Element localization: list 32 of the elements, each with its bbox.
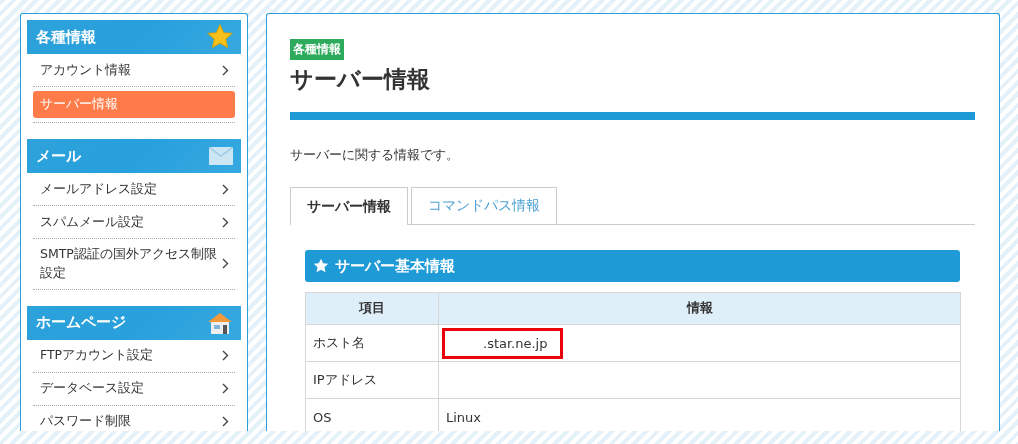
section-title: 各種情報 [36, 27, 96, 47]
house-icon [207, 310, 233, 335]
description-text: サーバーに関する情報です。 [290, 147, 460, 164]
page-title: サーバー情報 [290, 65, 431, 94]
table-cell: ホスト名 [305, 324, 439, 362]
table-cell: OS [305, 398, 439, 431]
category-badge: 各種情報 [290, 39, 344, 60]
envelope-icon [209, 147, 233, 165]
section-title: メール [36, 146, 81, 166]
sidebar-item[interactable]: SMTP認証の国外アクセス制限設定 [33, 239, 235, 289]
tab[interactable]: サーバー情報 [290, 187, 408, 225]
table-cell: IPアドレス [305, 361, 439, 399]
sidebar-item[interactable]: スパムメール設定 [33, 206, 235, 238]
chevron-right-icon [222, 416, 229, 427]
chevron-right-icon [222, 350, 229, 361]
sidebar-item[interactable]: パスワード制限 [33, 405, 235, 431]
section-title: ホームページ [36, 313, 126, 332]
sidebar-item[interactable]: メールアドレス設定 [33, 173, 235, 205]
column-header: 項目 [305, 292, 439, 325]
chevron-right-icon [222, 216, 229, 228]
highlighted-value: .star.ne.jp [442, 327, 563, 359]
chevron-right-icon [222, 64, 229, 76]
chevron-right-icon [222, 183, 229, 195]
section-title: サーバー基本情報 [335, 256, 455, 276]
column-header: 情報 [438, 292, 961, 325]
sidebar-item[interactable]: データベース設定 [33, 372, 235, 405]
star-icon [207, 24, 233, 50]
chevron-right-icon [222, 383, 229, 394]
sidebar-item[interactable]: FTPアカウント設定 [33, 339, 235, 372]
sidebar-item[interactable]: アカウント情報 [33, 54, 235, 86]
chevron-right-icon [222, 258, 229, 270]
star-icon [313, 258, 329, 274]
